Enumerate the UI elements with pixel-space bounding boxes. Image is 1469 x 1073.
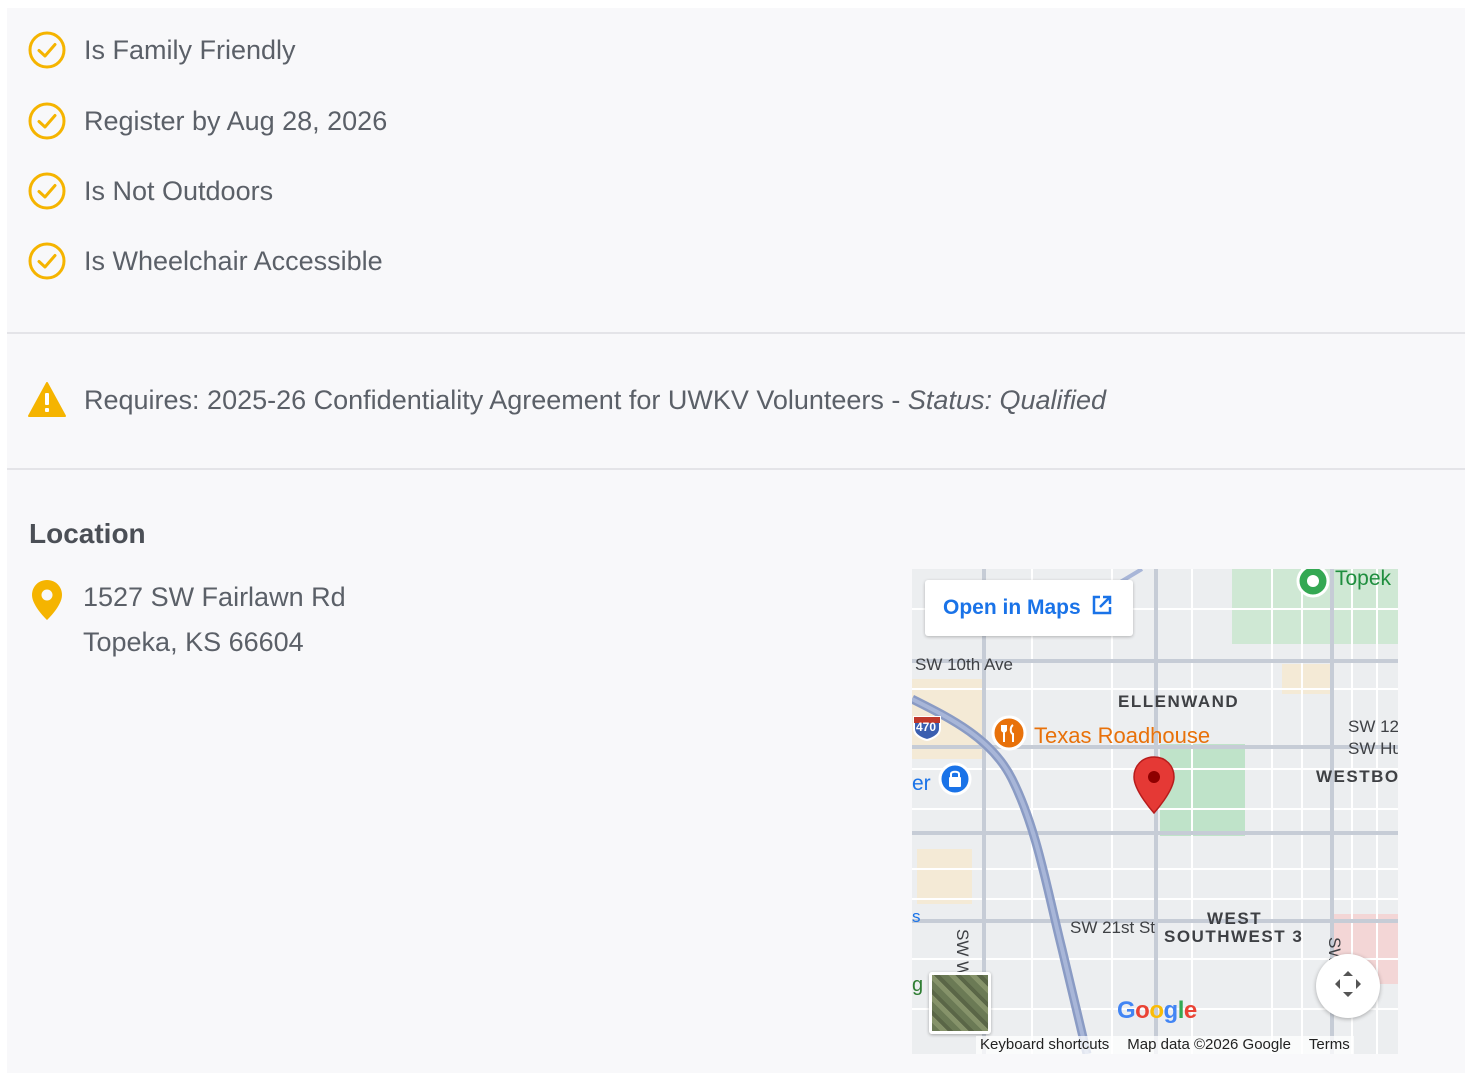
feature-register-by: Register by Aug 28, 2026 xyxy=(27,101,387,141)
map-label-street: SW Hu xyxy=(1348,739,1398,758)
feature-label: Is Family Friendly xyxy=(84,34,296,65)
map-label-partial: g xyxy=(912,974,924,996)
map-pin-icon xyxy=(30,579,64,626)
feature-wheelchair-accessible: Is Wheelchair Accessible xyxy=(27,241,383,281)
map-label-street: SW 12 xyxy=(1348,717,1398,736)
address-line-2: Topeka, KS 66604 xyxy=(83,627,304,657)
interstate-label: 470 xyxy=(916,720,937,734)
open-in-maps-button[interactable]: Open in Maps xyxy=(925,580,1133,636)
map-label-street: SW 21st St xyxy=(1070,918,1156,937)
map-label-street: SW W xyxy=(953,929,972,978)
location-map[interactable]: SW 10th Ave ELLENWAND WESTBO SW 12 SW Hu… xyxy=(912,569,1398,1054)
keyboard-shortcuts-link[interactable]: Keyboard shortcuts xyxy=(980,1036,1109,1054)
check-circle-icon xyxy=(27,241,67,281)
check-circle-icon xyxy=(27,30,67,70)
divider xyxy=(7,332,1465,334)
feature-not-outdoors: Is Not Outdoors xyxy=(27,171,273,211)
external-link-icon xyxy=(1091,594,1113,622)
fullscreen-button[interactable] xyxy=(1316,954,1380,1018)
open-in-maps-label: Open in Maps xyxy=(943,596,1081,619)
map-label-area: ELLENWAND xyxy=(1118,692,1240,711)
map-label-area: WESTBO xyxy=(1316,767,1398,786)
map-label-park: Topek xyxy=(1335,569,1392,590)
google-logo: Google xyxy=(1117,997,1197,1024)
requirement-row: Requires: 2025-26 Confidentiality Agreem… xyxy=(27,380,1106,420)
requirement-text: Requires: 2025-26 Confidentiality Agreem… xyxy=(84,384,908,415)
divider xyxy=(7,468,1465,470)
park-icon xyxy=(1295,569,1331,604)
check-circle-icon xyxy=(27,171,67,211)
map-label-partial: er xyxy=(912,772,931,795)
map-label-street: SW 10th Ave xyxy=(915,655,1013,674)
map-label-area: WEST xyxy=(1207,909,1263,928)
warning-icon xyxy=(27,380,67,420)
map-data-text: Map data ©2026 Google xyxy=(1127,1036,1291,1053)
feature-label: Is Wheelchair Accessible xyxy=(84,245,383,276)
map-label-area: SOUTHWEST 3 xyxy=(1164,927,1304,946)
shopping-bag-icon[interactable] xyxy=(938,762,972,801)
satellite-toggle-button[interactable] xyxy=(929,972,991,1034)
requirement-status: Status: Qualified xyxy=(907,384,1107,415)
address-line-1: 1527 SW Fairlawn Rd xyxy=(83,582,346,612)
feature-family-friendly: Is Family Friendly xyxy=(27,30,296,70)
location-marker-icon[interactable] xyxy=(1132,755,1176,820)
map-label-restaurant[interactable]: Texas Roadhouse xyxy=(1034,723,1210,749)
terms-link[interactable]: Terms xyxy=(1309,1036,1350,1054)
check-circle-icon xyxy=(27,101,67,141)
map-label-partial: s xyxy=(912,907,921,926)
location-heading: Location xyxy=(29,518,146,549)
feature-label: Is Not Outdoors xyxy=(84,175,274,206)
feature-label: Register by Aug 28, 2026 xyxy=(84,105,388,136)
fullscreen-icon xyxy=(1332,968,1364,1005)
restaurant-icon[interactable] xyxy=(991,715,1027,760)
map-attribution: Keyboard shortcuts Map data ©2026 Google… xyxy=(976,1036,1354,1054)
